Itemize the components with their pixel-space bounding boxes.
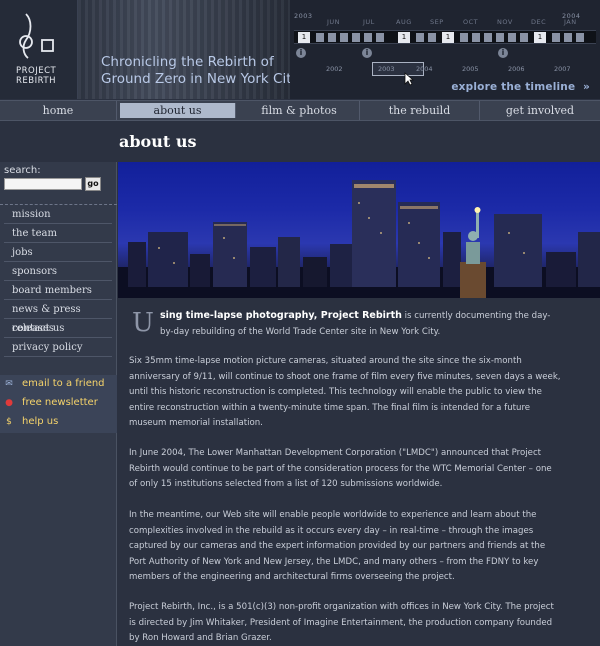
timeline-month[interactable]: JUL xyxy=(363,18,375,26)
timeline-frame[interactable] xyxy=(472,33,480,42)
paragraph: Project Rebirth, Inc., is a 501(c)(3) no… xyxy=(129,602,554,643)
tagline: Chronicling the Rebirth of Ground Zero i… xyxy=(101,54,300,87)
timeline-frame[interactable] xyxy=(352,33,360,42)
info-icon[interactable]: i xyxy=(362,48,372,58)
sidebar: search: go mission the team jobs sponsor… xyxy=(0,162,117,646)
explore-timeline-link[interactable]: explore the timeline » xyxy=(451,81,590,93)
timeline-frame[interactable] xyxy=(496,33,504,42)
timeline-frame[interactable] xyxy=(340,33,348,42)
main-content: U sing time-lapse photography, Project R… xyxy=(118,298,600,646)
logo-line-2: REBIRTH xyxy=(16,76,56,86)
logo-text: PROJECT REBIRTH xyxy=(16,66,56,86)
site-header: PROJECT REBIRTH Chronicling the Rebirth … xyxy=(0,0,600,99)
timeline-year[interactable]: 2002 xyxy=(326,65,343,73)
timeline-year[interactable]: 2005 xyxy=(462,65,479,73)
timeline-frame-marker[interactable]: 1 xyxy=(442,32,454,43)
timeline-frame-marker[interactable]: 1 xyxy=(298,32,310,43)
search-label: search: xyxy=(4,165,41,176)
newsletter-icon: ● xyxy=(5,398,13,408)
envelope-icon: ✉ xyxy=(5,379,13,389)
sidebar-item-sponsors[interactable]: sponsors xyxy=(4,262,112,281)
info-icon[interactable]: i xyxy=(498,48,508,58)
sidebar-item-mission[interactable]: mission xyxy=(4,205,112,224)
sidebar-item-jobs[interactable]: jobs xyxy=(4,243,112,262)
title-bar: about us xyxy=(0,122,600,162)
timeline-frame[interactable] xyxy=(508,33,516,42)
logo-line-1: PROJECT xyxy=(16,66,57,76)
timeline-frame[interactable] xyxy=(552,33,560,42)
paragraph: In June 2004, The Lower Manhattan Develo… xyxy=(129,448,552,489)
project-rebirth-logo-icon xyxy=(19,13,54,59)
timeline-frame[interactable] xyxy=(376,33,384,42)
timeline-frame[interactable] xyxy=(328,33,336,42)
timeline-frame[interactable] xyxy=(484,33,492,42)
free-newsletter-link[interactable]: free newsletter xyxy=(22,394,98,412)
intro-paragraph: sing time-lapse photography, Project Reb… xyxy=(160,308,560,340)
nav-film-photos[interactable]: film & photos xyxy=(239,101,360,120)
timeline-month[interactable]: DEC xyxy=(531,18,546,26)
sidebar-item-contact-us[interactable]: contact us xyxy=(4,319,112,338)
search-input[interactable] xyxy=(4,178,82,190)
timeline-widget[interactable]: 2003 2004 JUN JUL AUG SEP OCT NOV DEC JA… xyxy=(290,0,600,99)
nav-the-rebuild[interactable]: the rebuild xyxy=(360,101,480,120)
main-nav: home about us film & photos the rebuild … xyxy=(0,100,600,121)
timeline-year[interactable]: 2004 xyxy=(416,65,433,73)
email-to-friend-link[interactable]: email to a friend xyxy=(22,375,105,393)
sidebar-item-privacy-policy[interactable]: privacy policy xyxy=(4,338,112,357)
timeline-month[interactable]: JAN xyxy=(564,18,577,26)
timeline-frame[interactable] xyxy=(564,33,572,42)
timeline-month[interactable]: SEP xyxy=(430,18,444,26)
nav-home[interactable]: home xyxy=(0,101,117,120)
double-chevron-right-icon: » xyxy=(579,81,590,93)
timeline-frame[interactable] xyxy=(520,33,528,42)
info-icon[interactable]: i xyxy=(296,48,306,58)
sidebar-item-news-press[interactable]: news & press releases xyxy=(4,300,112,334)
dollar-icon: $ xyxy=(6,417,12,427)
timeline-month[interactable]: NOV xyxy=(497,18,513,26)
hero-image-nyc-skyline xyxy=(118,162,600,298)
help-us-link[interactable]: help us xyxy=(22,413,58,431)
nav-about-us[interactable]: about us xyxy=(120,103,236,118)
timeline-frame[interactable] xyxy=(460,33,468,42)
mouse-cursor-icon xyxy=(404,72,414,86)
timeline-frame-marker[interactable]: 1 xyxy=(398,32,410,43)
timeline-year-label: 2003 xyxy=(294,12,313,20)
explore-timeline-label: explore the timeline xyxy=(451,81,576,93)
logo[interactable]: PROJECT REBIRTH xyxy=(0,0,78,99)
skyline-illustration xyxy=(118,180,600,298)
timeline-frame[interactable] xyxy=(316,33,324,42)
timeline-frame[interactable] xyxy=(364,33,372,42)
sidebar-actions: ✉ email to a friend ● free newsletter $ … xyxy=(0,375,117,433)
sidebar-item-the-team[interactable]: the team xyxy=(4,224,112,243)
search-go-button[interactable]: go xyxy=(85,177,101,191)
nav-get-involved[interactable]: get involved xyxy=(480,101,600,120)
timeline-year[interactable]: 2003 xyxy=(378,65,395,73)
timeline-frame-marker[interactable]: 1 xyxy=(534,32,546,43)
paragraph: In the meantime, our Web site will enabl… xyxy=(129,510,546,582)
timeline-frame[interactable] xyxy=(428,33,436,42)
timeline-year[interactable]: 2006 xyxy=(508,65,525,73)
sidebar-item-board-members[interactable]: board members xyxy=(4,281,112,300)
dropcap: U xyxy=(132,308,154,338)
timeline-month[interactable]: OCT xyxy=(463,18,478,26)
timeline-filmstrip[interactable]: 1 1 1 1 xyxy=(294,30,596,44)
page-title: about us xyxy=(119,132,197,151)
timeline-year[interactable]: 2007 xyxy=(554,65,571,73)
timeline-month[interactable]: JUN xyxy=(327,18,340,26)
intro-bold: sing time-lapse photography, Project Reb… xyxy=(160,310,402,321)
timeline-frame[interactable] xyxy=(576,33,584,42)
timeline-month[interactable]: AUG xyxy=(396,18,412,26)
paragraph: Six 35mm time-lapse motion picture camer… xyxy=(129,356,561,428)
timeline-frame[interactable] xyxy=(416,33,424,42)
